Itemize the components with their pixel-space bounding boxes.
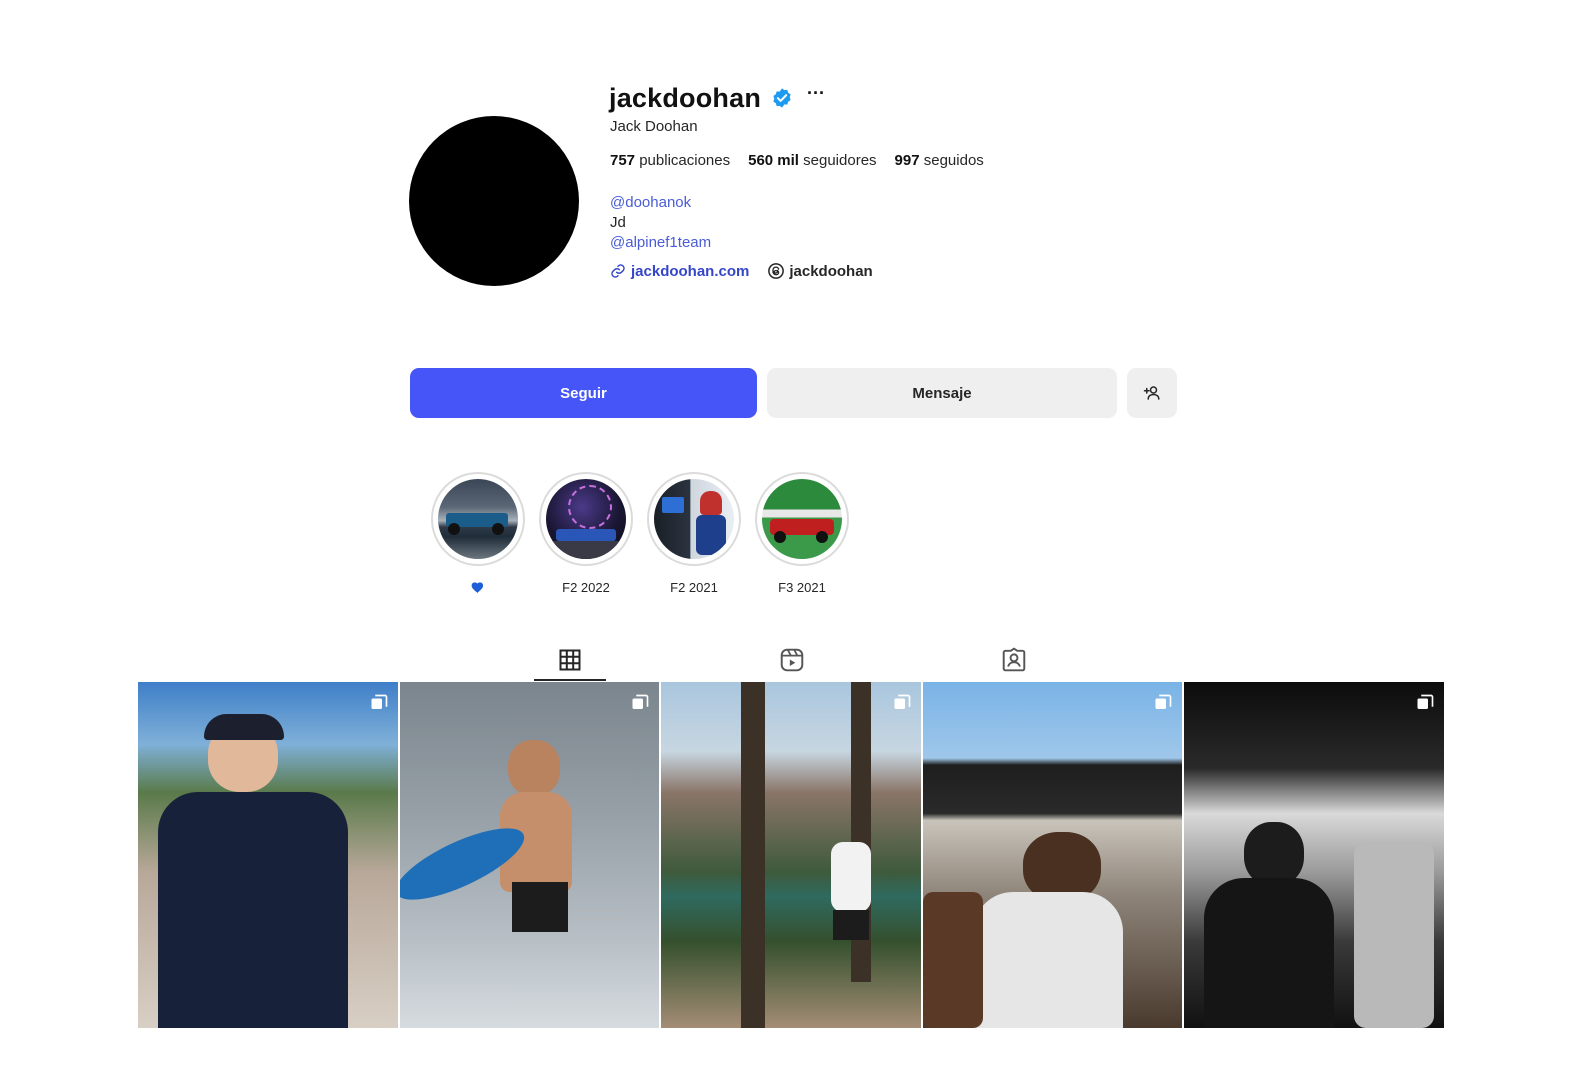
tab-posts[interactable] (534, 640, 606, 680)
following-stat[interactable]: 997 seguidos (895, 152, 984, 169)
followers-label: seguidores (803, 152, 877, 169)
bio-mention-doohanok[interactable]: @doohanok (610, 194, 691, 211)
highlight-ring (755, 472, 849, 566)
profile-links: jackdoohan.com jackdoohan (610, 262, 891, 280)
post-figure (833, 910, 870, 940)
threads-link[interactable]: jackdoohan (767, 262, 873, 280)
highlight-label (430, 580, 526, 596)
post-figure (158, 792, 348, 1028)
profile-stats: 757 publicaciones 560 mil seguidores 997… (610, 152, 1002, 169)
multiple-posts-icon (632, 694, 649, 709)
multiple-posts-icon (1155, 694, 1172, 709)
posts-count: 757 (610, 152, 636, 169)
message-button[interactable]: Mensaje (767, 368, 1117, 418)
multiple-posts-icon (371, 694, 387, 709)
following-label: seguidos (923, 152, 984, 169)
follow-button[interactable]: Seguir (410, 368, 757, 418)
posts-grid (138, 682, 1444, 1028)
grid-icon (559, 649, 581, 671)
tagged-icon (1002, 647, 1026, 672)
post-figure (511, 882, 568, 932)
post-thumbnail[interactable] (661, 682, 921, 1028)
post-figure (204, 714, 284, 740)
post-figure (1204, 878, 1335, 1028)
multiple-posts-icon (894, 694, 911, 709)
highlight-ring (647, 472, 741, 566)
post-figure (972, 892, 1123, 1028)
active-tab-indicator (534, 679, 606, 681)
reels-icon (780, 648, 804, 672)
username: jackdoohan (609, 82, 762, 113)
post-thumbnail[interactable] (399, 682, 660, 1028)
website-label: jackdoohan.com (631, 262, 750, 280)
highlight-f2-2021[interactable]: F2 2021 (646, 472, 742, 596)
post-figure (922, 892, 983, 1028)
full-name: Jack Doohan (610, 118, 698, 135)
username-row: jackdoohan ··· (609, 80, 825, 116)
followers-stat[interactable]: 560 mil seguidores (748, 152, 876, 169)
post-figure (741, 682, 766, 1028)
more-options-icon[interactable]: ··· (807, 83, 825, 104)
highlight-thumbnail (654, 479, 734, 559)
post-thumbnail[interactable] (922, 682, 1183, 1028)
post-figure (1354, 842, 1435, 1028)
tab-tagged[interactable] (978, 640, 1050, 680)
suggest-users-button[interactable] (1127, 368, 1177, 418)
verified-badge-icon (773, 88, 791, 108)
threads-label: jackdoohan (789, 262, 873, 280)
website-link[interactable]: jackdoohan.com (610, 263, 749, 280)
highlight-thumbnail (762, 479, 842, 559)
profile-avatar[interactable] (409, 116, 579, 286)
highlight-f3-2021[interactable]: F3 2021 (754, 472, 850, 596)
tab-reels[interactable] (756, 640, 828, 680)
post-thumbnail[interactable] (1184, 682, 1444, 1028)
post-figure (831, 842, 872, 912)
following-count: 997 (894, 152, 920, 169)
heart-icon (471, 582, 484, 594)
multiple-posts-icon (1417, 694, 1434, 709)
highlight-favorites[interactable] (430, 472, 526, 596)
posts-label: publicaciones (639, 152, 731, 169)
highlight-ring (431, 472, 525, 566)
bio-mention-alpine[interactable]: @alpinef1team (610, 234, 711, 251)
highlight-label: F2 2022 (562, 580, 610, 595)
highlight-label: F2 2021 (670, 580, 718, 595)
add-person-icon (1143, 386, 1160, 400)
link-icon (611, 264, 625, 278)
bio-text: Jd (610, 214, 626, 231)
threads-icon (768, 263, 785, 279)
highlight-label: F3 2021 (778, 580, 826, 595)
post-thumbnail[interactable] (138, 682, 398, 1028)
highlight-ring (539, 472, 633, 566)
followers-count: 560 mil (748, 152, 799, 169)
posts-stat[interactable]: 757 publicaciones (610, 152, 730, 169)
highlight-thumbnail (546, 479, 626, 559)
highlight-f2-2022[interactable]: F2 2022 (538, 472, 634, 596)
highlight-thumbnail (438, 479, 518, 559)
post-figure (1244, 822, 1305, 886)
post-figure (507, 740, 560, 796)
